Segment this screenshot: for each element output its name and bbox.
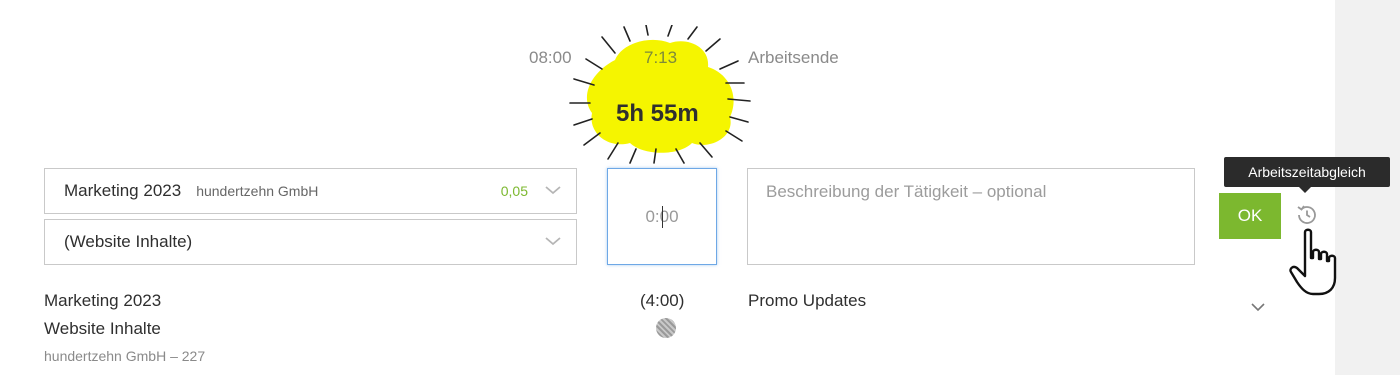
status-dot-icon[interactable] — [656, 318, 676, 338]
description-textarea[interactable]: Beschreibung der Tätigkeit – optional — [747, 168, 1195, 265]
project-client: hundertzehn GmbH — [196, 183, 319, 199]
highlight-sketch — [569, 25, 751, 164]
entry-task: Website Inhalte — [44, 319, 161, 338]
chevron-down-icon — [545, 237, 561, 246]
entry-project: Marketing 2023 — [44, 291, 162, 310]
project-select[interactable]: Marketing 2023 hundertzehn GmbH 0,05 — [44, 168, 577, 214]
ok-button[interactable]: OK — [1219, 193, 1281, 239]
project-name: Marketing 2023 — [64, 181, 182, 200]
right-side-panel — [1335, 0, 1400, 375]
duration-total: 5h 55m — [616, 100, 699, 127]
task-name: (Website Inhalte) — [64, 232, 193, 251]
chevron-down-icon — [545, 186, 561, 195]
text-caret — [662, 206, 663, 228]
entry-client: hundertzehn GmbH – 227 — [44, 348, 206, 364]
current-time: 7:13 — [644, 48, 678, 67]
chevron-down-icon[interactable] — [1250, 301, 1266, 313]
task-select[interactable]: (Website Inhalte) — [44, 219, 577, 265]
entry-description: Promo Updates — [748, 291, 867, 310]
project-value: 0,05 — [500, 183, 528, 199]
start-time: 08:00 — [529, 48, 572, 67]
hand-cursor-icon — [1289, 228, 1337, 296]
end-label: Arbeitsende — [748, 48, 839, 67]
history-icon[interactable] — [1295, 203, 1319, 227]
entry-duration: (4:00) — [640, 291, 685, 310]
tooltip: Arbeitszeitabgleich — [1224, 157, 1390, 193]
